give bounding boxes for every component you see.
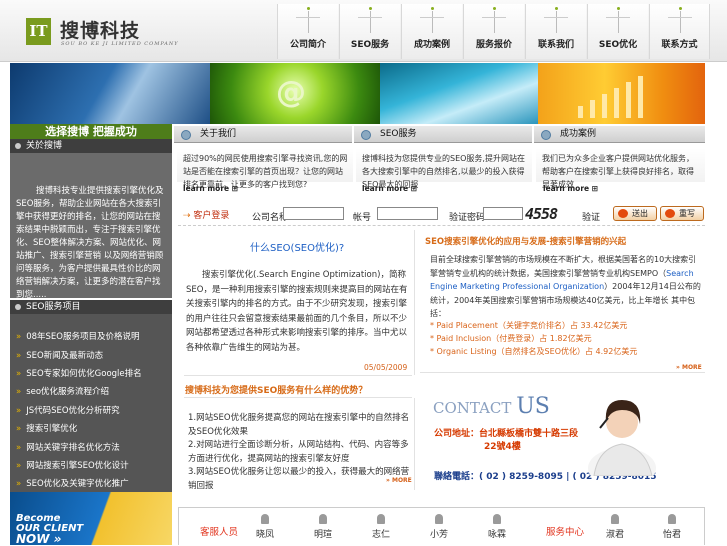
column-header-cases[interactable]: 成功案例 — [534, 126, 705, 143]
captcha-image: 4558 — [525, 205, 558, 223]
staff-contact[interactable]: 小芳 — [419, 514, 459, 540]
person-icon — [493, 514, 501, 524]
divider — [184, 375, 412, 376]
service-link[interactable]: 搜索引擎优化 — [16, 422, 77, 434]
password-label: 验证密码 — [449, 213, 486, 223]
learn-more-link[interactable]: learn more ⊞ — [543, 184, 598, 193]
bullet-icon — [181, 130, 191, 140]
contact-address: 公司地址：台北縣板橋市雙十路三段 22號4樓 — [434, 429, 579, 452]
divider — [414, 230, 415, 375]
person-icon — [668, 514, 676, 524]
service-link[interactable]: 08年SEO服务项目及价格说明 — [16, 330, 139, 342]
learn-more-link[interactable]: learn more ⊞ — [183, 184, 238, 193]
service-link[interactable]: SEO专家如何优化Google排名 — [16, 367, 141, 379]
key-icon — [665, 209, 675, 218]
account-label: 帐号 — [353, 213, 372, 223]
nav-item-contact-info[interactable]: 联系方式 — [649, 4, 710, 59]
column-text: 我们已为众多企业客户提供网站优化服务，帮助客户在搜索引擎上获得良好排名，取得显著… — [536, 148, 705, 189]
stat-item: * Paid Inclusion（付费登录）占 1.82亿美元 — [430, 334, 592, 343]
divider — [420, 372, 705, 373]
account-input[interactable] — [377, 207, 438, 220]
stat-item: * Organic Listing（自然排名及SEO优化）占 4.92亿美元 — [430, 347, 638, 356]
news-list: 1.网站SEO优化服务提高您的网站在搜索引擎中的自然排名及SEO优化效果 2.对… — [188, 412, 410, 493]
nav-item-pricing[interactable]: 服务报价 — [463, 4, 524, 59]
staff-contact[interactable]: 淑君 — [595, 514, 635, 540]
banner-image-chart — [538, 63, 705, 124]
what-is-seo-title[interactable]: 什么SEO(SEO优化)? — [250, 239, 344, 254]
bullet-icon — [541, 130, 551, 140]
divider — [414, 398, 415, 490]
staff-contact[interactable]: 志仁 — [361, 514, 401, 540]
logo-name[interactable]: 搜博科技 — [60, 16, 140, 43]
login-label: ⇢ 客户登录 — [183, 211, 230, 221]
column-header-seo[interactable]: SEO服务 — [354, 126, 532, 143]
about-section-title: 关於搜博 — [10, 139, 172, 153]
service-link[interactable]: JS代码SEO优化分析研究 — [16, 404, 119, 416]
news-title[interactable]: 搜博科技为您提供SEO服务有什么样的优势？ — [185, 383, 367, 396]
contact-us-logo: CONTACT US — [433, 394, 550, 419]
staff-contact[interactable]: 咏霖 — [477, 514, 517, 540]
logo-mark: IT — [26, 18, 51, 45]
service-link[interactable]: SEO新闻及最新动态 — [16, 349, 103, 361]
nav-item-seo-service[interactable]: SEO服务 — [339, 4, 400, 59]
stat-item: * Paid Placement（关键字竞价排名）占 33.42亿美元 — [430, 321, 628, 330]
service-link[interactable]: 网站搜索引擎SEO优化设计 — [16, 459, 128, 471]
seo-intro-title[interactable]: SEO搜索引擎优化的应用与发展-搜索引擎营销的兴起 — [425, 235, 626, 247]
become-client-text[interactable]: Become OUR CLIENT NOW » — [16, 514, 83, 546]
slogan: 选择搜博 把握成功 — [10, 124, 172, 139]
code-label: 验证 — [582, 213, 601, 223]
service-link[interactable]: seo优化服务流程介绍 — [16, 385, 109, 397]
news-item[interactable]: 2.对网站进行全面诊断分析，从网站结构、代码、内容等多方面进行优化，提高网站的搜… — [188, 439, 410, 466]
staff-contact[interactable]: 怡君 — [652, 514, 692, 540]
person-icon — [435, 514, 443, 524]
column-text: 超过90%的网民使用搜索引擎寻找资讯,您的网站是否能在搜索引擎的首页出现？让您的… — [177, 148, 353, 189]
nav-item-contact[interactable]: 联系我们 — [525, 4, 586, 59]
column-header-about[interactable]: 关于我们 — [174, 126, 352, 143]
strip-label-right: 服务中心 — [546, 527, 585, 538]
divider — [184, 397, 412, 398]
more-link[interactable]: » MORE — [676, 364, 702, 371]
news-item[interactable]: 1.网站SEO优化服务提高您的网站在搜索引擎中的自然排名及SEO优化效果 — [188, 412, 410, 439]
news-item[interactable]: 3.网站SEO优化服务让您以最少的投入，获得最大的网络营销回报 — [188, 466, 410, 493]
banner-image-blue — [10, 63, 210, 124]
what-is-seo-text: 搜索引擎优化(.Search Engine Optimization)，简称SE… — [186, 270, 408, 353]
person-icon — [319, 514, 327, 524]
company-input[interactable] — [283, 207, 344, 220]
learn-more-link[interactable]: learn more ⊞ — [362, 184, 417, 193]
more-link[interactable]: » MORE — [386, 477, 412, 484]
service-section-title: SEO服务项目 — [10, 300, 172, 314]
about-text: 搜博科技专业提供搜索引擎优化及SEO服务，帮助企业网站在各大搜索引擎中获得更好的… — [10, 153, 172, 300]
nav-item-about[interactable]: 公司简介 — [277, 4, 338, 59]
service-link[interactable]: SEO优化及关键字优化推广 — [16, 477, 128, 489]
nav-item-seo-optimize[interactable]: SEO优化 — [587, 4, 648, 59]
bullet-icon — [361, 130, 371, 140]
nav-item-cases[interactable]: 成功案例 — [401, 4, 462, 59]
person-icon — [261, 514, 269, 524]
reset-button[interactable]: 重写 — [660, 206, 704, 221]
person-icon — [611, 514, 619, 524]
article-date: 05/05/2009 — [364, 363, 408, 372]
service-list: 08年SEO服务项目及价格说明 SEO新闻及最新动态 SEO专家如何优化Goog… — [10, 314, 172, 492]
service-link[interactable]: 网站关键字排名优化方法 — [16, 441, 120, 453]
logo-subtitle: SOU BO KE JI LIMITED COMPANY — [61, 41, 179, 47]
password-input[interactable] — [483, 207, 523, 220]
customer-service-photo — [588, 400, 656, 476]
strip-label-left: 客服人员 — [200, 527, 239, 538]
submit-button[interactable]: 送出 — [613, 206, 657, 221]
column-text: 搜博科技为您提供专业的SEO服务,提升网站在各大搜索引擎中的自然排名,以最少的投… — [356, 148, 532, 189]
banner-image-keyboard — [380, 63, 538, 124]
person-icon — [377, 514, 385, 524]
staff-contact[interactable]: 晓凤 — [245, 514, 285, 540]
key-icon — [618, 209, 628, 218]
seo-intro-text: 目前全球搜索引擎营销的市场规模在不断扩大，根据美国著名的10大搜索引擎营销专业机… — [430, 255, 701, 318]
banner-image-green: @ — [210, 63, 380, 124]
staff-contact[interactable]: 明瑄 — [303, 514, 343, 540]
at-icon: @ — [276, 75, 306, 110]
